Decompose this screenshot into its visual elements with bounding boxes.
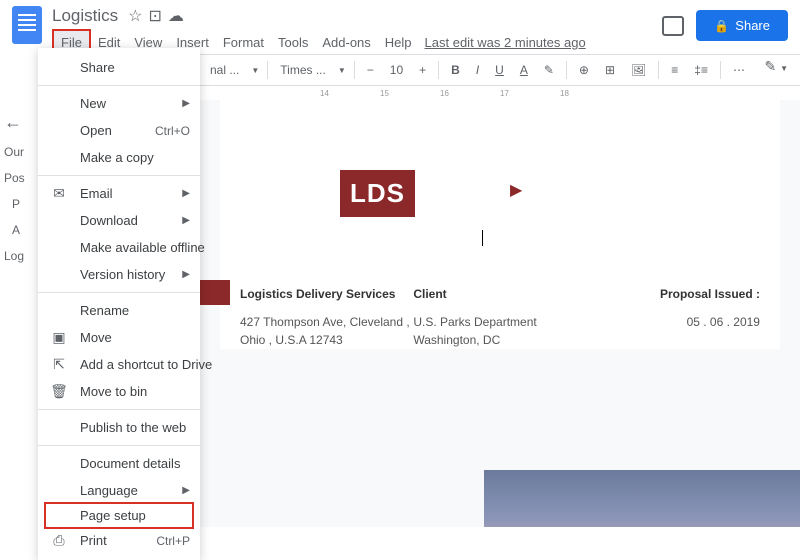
outline-item[interactable]: Log [4, 249, 20, 263]
menu-language[interactable]: Language▶ [38, 477, 200, 504]
menu-new[interactable]: New▶ [38, 90, 200, 117]
col3-label: Proposal Issued : [587, 287, 760, 301]
align-button[interactable]: ≡ [667, 61, 682, 79]
menu-move-to-bin[interactable]: 🗑Move to bin [38, 378, 200, 405]
outline-sidebar: ← Our Pos P A Log [0, 100, 24, 287]
menu-version-history[interactable]: Version history▶ [38, 261, 200, 288]
col3-text: 05 . 06 . 2019 [587, 313, 760, 331]
chevron-right-icon: ▶ [182, 98, 190, 109]
menu-format[interactable]: Format [216, 31, 271, 54]
menu-move[interactable]: ▣Move [38, 324, 200, 351]
outline-item[interactable]: P [4, 197, 20, 211]
arrow-icon: ▶ [510, 180, 522, 200]
col2-label: Client [413, 287, 586, 301]
print-icon: ⎙ [50, 532, 68, 549]
col2-text: U.S. Parks Department Washington, DC [413, 313, 586, 349]
shortcut-icon: ⇱ [50, 356, 68, 373]
star-icon[interactable]: ☆ [128, 6, 142, 26]
col1-text: 427 Thompson Ave, Cleveland , Ohio , U.S… [240, 313, 413, 349]
menu-add-shortcut[interactable]: ⇱Add a shortcut to Drive [38, 351, 200, 378]
document-title[interactable]: Logistics [52, 6, 118, 26]
menu-open[interactable]: OpenCtrl+O [38, 117, 200, 144]
outline-item[interactable]: Our [4, 145, 20, 159]
chevron-right-icon: ▶ [182, 188, 190, 199]
link-button[interactable]: ⊕ [575, 61, 593, 79]
comment-icon[interactable] [662, 16, 684, 36]
red-bar [200, 280, 230, 305]
docs-icon[interactable] [12, 6, 42, 44]
last-edit-link[interactable]: Last edit was 2 minutes ago [425, 35, 586, 50]
menu-tools[interactable]: Tools [271, 31, 315, 54]
menu-page-setup[interactable]: Page setup [44, 502, 194, 529]
trash-icon: 🗑 [50, 383, 68, 400]
text-color-button[interactable]: A [516, 61, 532, 79]
move-icon[interactable]: ⊡ [148, 6, 161, 26]
chevron-right-icon: ▶ [182, 215, 190, 226]
folder-icon: ▣ [50, 329, 68, 346]
editing-mode-icon[interactable]: ✎ ▼ [764, 58, 788, 75]
menu-download[interactable]: Download▶ [38, 207, 200, 234]
italic-button[interactable]: I [472, 61, 483, 79]
menu-publish[interactable]: Publish to the web [38, 414, 200, 441]
image-button[interactable]: 🖼 [627, 61, 650, 79]
document-image[interactable] [484, 470, 800, 527]
document-canvas[interactable]: ▶ LDS Logistics Delivery Services 427 Th… [200, 100, 800, 527]
text-cursor [482, 230, 483, 246]
chevron-right-icon: ▶ [182, 269, 190, 280]
menu-make-copy[interactable]: Make a copy [38, 144, 200, 171]
menu-addons[interactable]: Add-ons [315, 31, 377, 54]
ruler[interactable]: 14 15 16 17 18 [200, 86, 800, 101]
line-spacing-button[interactable]: ‡≡ [690, 61, 712, 79]
lds-badge: LDS [340, 170, 415, 217]
cloud-icon[interactable]: ☁ [168, 6, 184, 26]
share-button[interactable]: 🔒 Share [696, 10, 788, 41]
font-increase[interactable]: + [415, 61, 430, 79]
menu-offline[interactable]: Make available offline [38, 234, 200, 261]
outline-item[interactable]: Pos [4, 171, 20, 185]
menu-print[interactable]: ⎙PrintCtrl+P [38, 527, 200, 554]
more-button[interactable]: ⋯ [729, 61, 749, 79]
font-size[interactable]: 10 [386, 63, 407, 77]
col1-label: Logistics Delivery Services [240, 287, 413, 301]
font-decrease[interactable]: − [363, 61, 378, 79]
highlight-button[interactable]: ✎ [540, 61, 558, 79]
comment-button[interactable]: ⊞ [601, 61, 619, 79]
bold-button[interactable]: B [447, 61, 464, 79]
menu-email[interactable]: ✉Email▶ [38, 180, 200, 207]
file-menu-dropdown: Share New▶ OpenCtrl+O Make a copy ✉Email… [38, 48, 200, 560]
menu-rename[interactable]: Rename [38, 297, 200, 324]
toolbar: nal ...▼ Times ...▼ − 10 + B I U A ✎ ⊕ ⊞… [200, 54, 800, 86]
page[interactable]: ▶ LDS Logistics Delivery Services 427 Th… [220, 100, 780, 349]
back-arrow-icon[interactable]: ← [4, 112, 20, 133]
menu-document-details[interactable]: Document details [38, 450, 200, 477]
lock-icon: 🔒 [714, 19, 729, 33]
font-select[interactable]: Times ... [276, 63, 330, 77]
outline-item[interactable]: A [4, 223, 20, 237]
underline-button[interactable]: U [491, 61, 508, 79]
share-button-label: Share [735, 18, 770, 33]
style-select[interactable]: nal ... [206, 63, 243, 77]
menu-help[interactable]: Help [378, 31, 419, 54]
email-icon: ✉ [50, 185, 68, 202]
chevron-right-icon: ▶ [182, 485, 190, 496]
menu-share[interactable]: Share [38, 54, 200, 81]
